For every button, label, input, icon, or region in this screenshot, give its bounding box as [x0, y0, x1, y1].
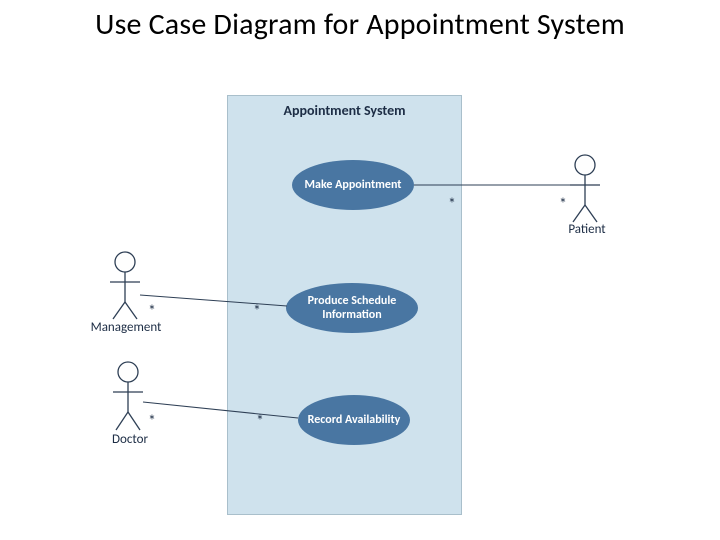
usecase-record-availability: Record Availability [298, 395, 410, 445]
actor-label-patient: Patient [552, 222, 622, 237]
actor-label-doctor: Doctor [95, 432, 165, 447]
multiplicity-star: * [253, 302, 261, 321]
slide: Use Case Diagram for Appointment System … [0, 0, 720, 540]
page-title: Use Case Diagram for Appointment System [0, 6, 720, 43]
usecase-make-appointment: Make Appointment [292, 160, 414, 210]
actor-label-management: Management [76, 320, 176, 335]
actor-doctor-icon [113, 362, 143, 430]
multiplicity-star: * [448, 195, 456, 214]
actor-patient-icon [570, 155, 600, 222]
usecase-label: Make Appointment [305, 178, 402, 192]
multiplicity-star: * [148, 302, 156, 321]
actor-management-icon [110, 252, 140, 319]
usecase-produce-schedule: Produce Schedule Information [286, 283, 418, 333]
multiplicity-star: * [148, 412, 156, 431]
system-name: Appointment System [228, 102, 461, 119]
multiplicity-star: * [559, 195, 567, 214]
usecase-label: Produce Schedule Information [292, 294, 412, 323]
usecase-label: Record Availability [308, 413, 401, 427]
multiplicity-star: * [256, 412, 264, 431]
